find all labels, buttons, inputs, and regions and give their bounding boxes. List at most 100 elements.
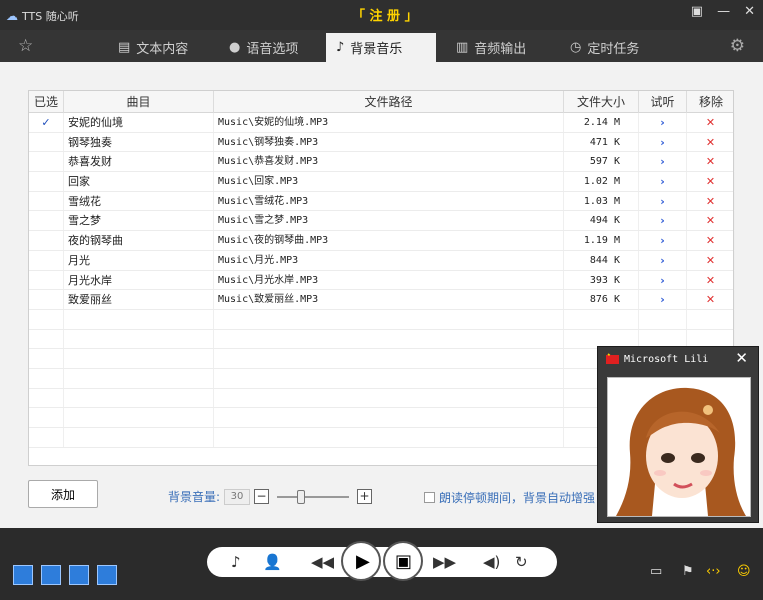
skin-icon[interactable]: ▣ <box>691 4 703 19</box>
selected-cell[interactable] <box>29 290 64 309</box>
play-button[interactable]: ▶ <box>341 541 381 581</box>
export-icon[interactable] <box>13 565 33 585</box>
document-icon: ▤ <box>118 40 131 55</box>
table-row[interactable]: 月光水岸 Music\月光水岸.MP3 393 K › ✕ <box>29 270 735 291</box>
table-row[interactable]: 夜的钢琴曲 Music\夜的钢琴曲.MP3 1.19 M › ✕ <box>29 231 735 251</box>
save-button[interactable]: ▣ <box>383 541 423 581</box>
title-bar: ☁ TTS 随心听 「 注 册 」 ▣ — ✕ <box>0 0 763 30</box>
table-row[interactable]: 月光 Music\月光.MP3 844 K › ✕ <box>29 250 735 271</box>
selected-cell[interactable]: ✓ <box>29 113 64 132</box>
remove-button[interactable]: ✕ <box>687 191 735 211</box>
auto-boost-checkbox[interactable] <box>424 492 435 503</box>
table-row[interactable]: 致爱丽丝 Music\致爱丽丝.MP3 876 K › ✕ <box>29 290 735 310</box>
selected-cell <box>29 428 64 447</box>
table-row[interactable]: 雪之梦 Music\雪之梦.MP3 494 K › ✕ <box>29 211 735 232</box>
selected-cell[interactable] <box>29 270 64 290</box>
table-row[interactable]: 回家 Music\回家.MP3 1.02 M › ✕ <box>29 172 735 192</box>
size-cell: 1.02 M <box>564 172 639 191</box>
volume-increase-button[interactable]: + <box>357 489 373 504</box>
selected-cell[interactable] <box>29 231 64 250</box>
table-row[interactable]: ✓ 安妮的仙境 Music\安妮的仙境.MP3 2.14 M › ✕ <box>29 113 735 133</box>
clipboard-icon[interactable] <box>41 565 61 585</box>
size-cell: 844 K <box>564 250 639 270</box>
path-cell <box>214 428 564 447</box>
volume-decrease-button[interactable]: − <box>254 489 270 504</box>
repeat-icon[interactable]: ↻ <box>515 553 528 571</box>
preview-play-button[interactable]: › <box>639 211 687 231</box>
track-name-cell <box>64 428 214 447</box>
add-button[interactable]: 添加 <box>28 480 98 508</box>
register-link[interactable]: 「 注 册 」 <box>352 5 418 24</box>
remove-button[interactable]: ✕ <box>687 132 735 152</box>
table-row[interactable]: 雪绒花 Music\雪绒花.MP3 1.03 M › ✕ <box>29 191 735 212</box>
auto-boost-option[interactable]: 朗读停顿期间，背景自动增强 <box>424 489 595 506</box>
favorite-star-icon[interactable]: ☆ <box>18 36 33 56</box>
remove-button[interactable]: ✕ <box>687 231 735 250</box>
header-size: 文件大小 <box>564 91 639 113</box>
remove-button[interactable]: ✕ <box>687 290 735 309</box>
volume-control: 背景音量: 30 − + <box>168 488 373 505</box>
footer-toolbar: ♪ 👤 ◀◀ ▶ ▣ ▶▶ ◀) ↻ ▭ ⚑ ‹·› ☺ <box>0 528 763 600</box>
table-row[interactable]: 恭喜发财 Music\恭喜发财.MP3 597 K › ✕ <box>29 152 735 173</box>
folder-icon[interactable] <box>69 565 89 585</box>
selected-cell[interactable] <box>29 191 64 211</box>
fast-forward-icon[interactable]: ▶▶ <box>433 553 456 571</box>
selected-cell[interactable] <box>29 211 64 231</box>
comment-icon[interactable]: ▭ <box>650 564 662 579</box>
preview-play-button[interactable]: › <box>639 152 687 172</box>
preview-play-button[interactable]: › <box>639 290 687 309</box>
preview-play-button[interactable]: › <box>639 270 687 290</box>
smiley-icon[interactable]: ☺ <box>737 564 751 579</box>
table-row <box>29 309 735 330</box>
volume-icon[interactable]: ◀) <box>483 553 500 571</box>
track-name-cell: 安妮的仙境 <box>64 113 214 132</box>
volume-value[interactable]: 30 <box>224 488 251 505</box>
selected-cell[interactable] <box>29 172 64 191</box>
table-row[interactable]: 钢琴独奏 Music\钢琴独奏.MP3 471 K › ✕ <box>29 132 735 153</box>
background-music-toggle-icon[interactable]: ♪ <box>231 553 241 571</box>
header-selected: 已选 <box>29 91 64 113</box>
flag-icon[interactable]: ⚑ <box>682 564 694 579</box>
clock-icon: ◷ <box>570 40 582 55</box>
settings-gear-icon[interactable]: ⚙ <box>730 36 745 56</box>
window-icon[interactable] <box>97 565 117 585</box>
table-header: 已选 曲目 文件路径 文件大小 试听 移除 <box>29 91 733 113</box>
tab-scheduled-task[interactable]: ◷ 定时任务 <box>560 33 649 62</box>
preview-play-button[interactable]: › <box>639 132 687 152</box>
tab-background-music[interactable]: ♪ 背景音乐 <box>326 33 436 62</box>
tab-voice-options[interactable]: ● 语音选项 <box>219 33 308 62</box>
selected-cell <box>29 388 64 408</box>
preview-play-button[interactable]: › <box>639 231 687 250</box>
volume-slider[interactable] <box>277 489 350 504</box>
remove-button[interactable]: ✕ <box>687 172 735 191</box>
tab-audio-output[interactable]: ▥ 音频输出 <box>446 33 536 62</box>
agent-close-button[interactable]: ✕ <box>735 349 748 367</box>
agent-header: Microsoft Lili <box>598 347 758 371</box>
voice-speaker-icon[interactable]: 👤 <box>263 553 282 571</box>
remove-button[interactable]: ✕ <box>687 270 735 290</box>
preview-play-button[interactable]: › <box>639 191 687 211</box>
minimize-button[interactable]: — <box>717 4 730 19</box>
track-name-cell <box>64 309 214 329</box>
selected-cell[interactable] <box>29 250 64 270</box>
header-preview: 试听 <box>639 91 687 113</box>
preview-play-button[interactable]: › <box>639 172 687 191</box>
selected-cell <box>29 309 64 329</box>
code-arrows-icon[interactable]: ‹·› <box>706 564 721 579</box>
remove-button[interactable]: ✕ <box>687 250 735 270</box>
remove-button[interactable]: ✕ <box>687 152 735 172</box>
rewind-icon[interactable]: ◀◀ <box>311 553 334 571</box>
preview-play-button[interactable]: › <box>639 113 687 132</box>
close-button[interactable]: ✕ <box>744 4 755 19</box>
track-name-cell: 回家 <box>64 172 214 191</box>
auto-boost-label: 朗读停顿期间，背景自动增强 <box>439 491 596 505</box>
preview-play-button[interactable]: › <box>639 250 687 270</box>
tab-text-content[interactable]: ▤ 文本内容 <box>108 33 198 62</box>
path-cell: Music\月光.MP3 <box>214 250 564 270</box>
remove-button[interactable]: ✕ <box>687 211 735 231</box>
selected-cell[interactable] <box>29 152 64 172</box>
path-cell <box>214 408 564 427</box>
selected-cell[interactable] <box>29 132 64 152</box>
remove-button[interactable]: ✕ <box>687 113 735 132</box>
volume-slider-thumb[interactable] <box>297 489 306 504</box>
